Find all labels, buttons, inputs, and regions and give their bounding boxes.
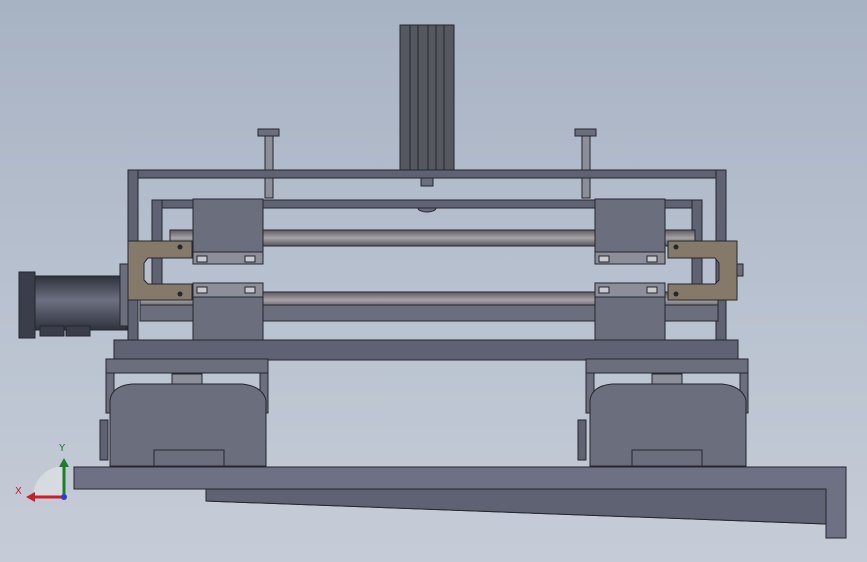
caster-housing-left[interactable] <box>99 372 269 467</box>
slider-block-left[interactable] <box>192 198 264 350</box>
slider-block-right[interactable] <box>594 198 666 350</box>
rod-right[interactable] <box>574 128 597 199</box>
tower-column[interactable] <box>399 24 455 213</box>
bracket-right[interactable] <box>667 240 744 301</box>
rod-left[interactable] <box>257 128 280 199</box>
view-orientation-triad[interactable] <box>26 458 69 502</box>
axis-y-label: Y <box>59 443 66 454</box>
axis-x-label: X <box>15 486 22 497</box>
lower-plate[interactable] <box>105 339 749 374</box>
caster-housing-right[interactable] <box>577 372 749 467</box>
cad-assembly-model[interactable] <box>0 0 867 562</box>
base-rail[interactable] <box>73 466 847 539</box>
graphics-viewport[interactable]: X Y <box>0 0 867 562</box>
servo-motor[interactable] <box>18 263 129 339</box>
